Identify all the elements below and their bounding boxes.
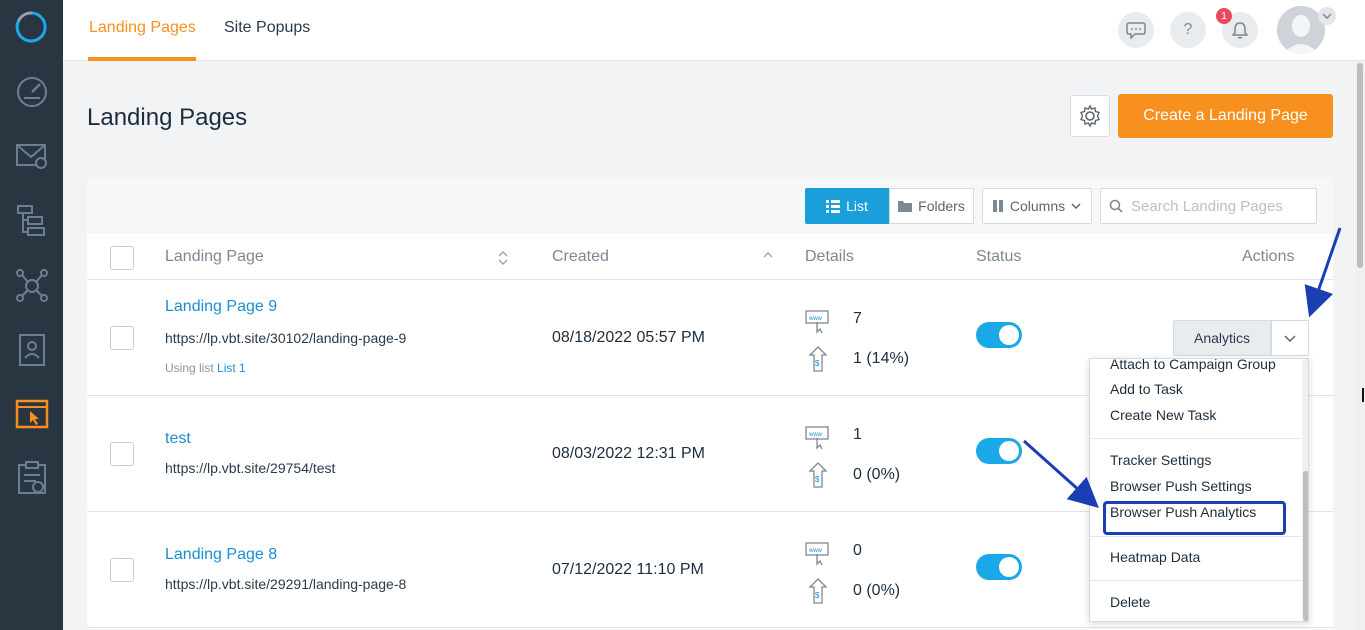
active-tab-indicator <box>88 57 196 61</box>
columns-label: Columns <box>1009 198 1066 214</box>
svg-text:$: $ <box>815 359 820 368</box>
menu-item-create-new-task[interactable]: Create New Task <box>1110 407 1216 423</box>
gear-icon <box>1080 104 1100 128</box>
using-list-prefix: Using list <box>165 361 214 375</box>
notification-badge: 1 <box>1216 8 1232 24</box>
header-status: Status <box>976 248 1022 265</box>
page-title: Landing Pages <box>87 104 248 131</box>
svg-text:$: $ <box>815 591 820 600</box>
scroll-thumb[interactable] <box>1357 63 1363 268</box>
chevron-down-icon <box>1284 334 1296 342</box>
chevron-down-icon <box>1071 203 1081 209</box>
conversion-icon: $ <box>808 578 828 604</box>
app-logo-icon[interactable] <box>14 10 48 44</box>
table-toolbar: List Folders Columns <box>87 178 1333 234</box>
search-box[interactable] <box>1100 188 1317 224</box>
row-checkbox[interactable] <box>110 442 134 466</box>
workflow-icon[interactable] <box>12 200 52 240</box>
header-created[interactable]: Created <box>552 248 609 266</box>
menu-item-attach-campaign-group[interactable]: Attach to Campaign Group <box>1110 359 1276 372</box>
menu-item-heatmap-data[interactable]: Heatmap Data <box>1110 549 1200 565</box>
actions-dropdown-menu: Attach to Campaign Group Add to Task Cre… <box>1089 358 1309 622</box>
conversions-count: 0 (0%) <box>853 582 901 599</box>
menu-item-tracker-settings[interactable]: Tracker Settings <box>1110 452 1211 468</box>
menu-divider <box>1090 536 1302 537</box>
annotation-highlight-box <box>1103 501 1286 535</box>
page-scrollbar[interactable] <box>1355 61 1365 630</box>
sort-icon <box>498 251 508 265</box>
www-visits-icon: www <box>805 542 829 566</box>
help-icon[interactable]: ? <box>1170 12 1206 48</box>
landing-page-name-link[interactable]: Landing Page 9 <box>165 298 277 316</box>
columns-icon <box>992 200 1003 212</box>
header-landing-page[interactable]: Landing Page <box>165 248 264 266</box>
menu-item-browser-push-settings[interactable]: Browser Push Settings <box>1110 478 1252 494</box>
www-visits-icon: www <box>805 310 829 334</box>
sidebar <box>0 0 63 630</box>
forms-icon[interactable] <box>12 458 52 498</box>
table-header: Landing Page Created Details Status Acti… <box>87 234 1333 280</box>
svg-text:www: www <box>808 548 823 554</box>
header-details: Details <box>805 248 854 265</box>
search-input[interactable] <box>1131 197 1311 215</box>
visits-count: 0 <box>853 542 862 559</box>
folders-view-label: Folders <box>918 198 965 214</box>
select-all-checkbox[interactable] <box>110 246 134 270</box>
status-toggle[interactable] <box>976 554 1022 580</box>
menu-item-delete[interactable]: Delete <box>1110 594 1150 610</box>
landing-page-icon[interactable] <box>12 394 52 434</box>
sort-asc-icon <box>763 252 773 258</box>
conversions-count: 1 (14%) <box>853 350 910 367</box>
svg-text:www: www <box>808 432 823 438</box>
created-date: 08/03/2022 12:31 PM <box>552 445 706 462</box>
header-actions: Actions <box>1242 248 1295 265</box>
using-list-text: Using list List 1 <box>165 361 246 375</box>
network-icon[interactable] <box>12 265 52 305</box>
menu-divider <box>1090 438 1302 439</box>
top-bar: Landing Pages Site Popups ? 1 <box>63 0 1365 61</box>
menu-scrollbar[interactable] <box>1302 359 1308 621</box>
status-toggle[interactable] <box>976 438 1022 464</box>
create-landing-page-button[interactable]: Create a Landing Page <box>1118 94 1333 138</box>
status-toggle[interactable] <box>976 322 1022 348</box>
visits-count: 1 <box>853 426 862 443</box>
list-link[interactable]: List 1 <box>217 361 246 375</box>
folders-view-button[interactable]: Folders <box>889 188 974 224</box>
row-checkbox[interactable] <box>110 326 134 350</box>
conversions-count: 0 (0%) <box>853 466 901 483</box>
actions-dropdown-toggle[interactable] <box>1271 320 1309 356</box>
list-icon <box>826 199 841 213</box>
chevron-down-icon[interactable] <box>1318 7 1336 25</box>
menu-scroll-thumb[interactable] <box>1303 471 1308 621</box>
chat-icon[interactable] <box>1118 12 1154 48</box>
menu-item-add-to-task[interactable]: Add to Task <box>1110 381 1183 397</box>
conversion-icon: $ <box>808 346 828 372</box>
list-view-button[interactable]: List <box>805 188 889 224</box>
landing-page-name-link[interactable]: Landing Page 8 <box>165 546 277 564</box>
created-date: 08/18/2022 05:57 PM <box>552 329 706 346</box>
tab-site-popups[interactable]: Site Popups <box>224 19 310 37</box>
visits-count: 7 <box>853 310 862 327</box>
created-date: 07/12/2022 11:10 PM <box>552 561 704 578</box>
svg-text:$: $ <box>815 475 820 484</box>
landing-page-url: https://lp.vbt.site/29291/landing-page-8 <box>165 576 407 592</box>
menu-divider <box>1090 580 1302 581</box>
dashboard-icon[interactable] <box>12 70 52 110</box>
folder-icon <box>898 201 913 212</box>
www-visits-icon: www <box>805 426 829 450</box>
tab-landing-pages[interactable]: Landing Pages <box>89 19 196 37</box>
settings-button[interactable] <box>1070 95 1110 137</box>
search-icon <box>1109 199 1123 213</box>
landing-page-name-link[interactable]: test <box>165 430 191 448</box>
columns-button[interactable]: Columns <box>982 188 1092 224</box>
row-checkbox[interactable] <box>110 558 134 582</box>
analytics-button[interactable]: Analytics <box>1173 320 1271 356</box>
list-view-label: List <box>846 198 868 214</box>
svg-text:www: www <box>808 316 823 322</box>
conversion-icon: $ <box>808 462 828 488</box>
email-icon[interactable] <box>12 135 52 175</box>
contacts-icon[interactable] <box>12 330 52 370</box>
landing-page-url: https://lp.vbt.site/29754/test <box>165 460 336 476</box>
landing-page-url: https://lp.vbt.site/30102/landing-page-9 <box>165 330 407 346</box>
